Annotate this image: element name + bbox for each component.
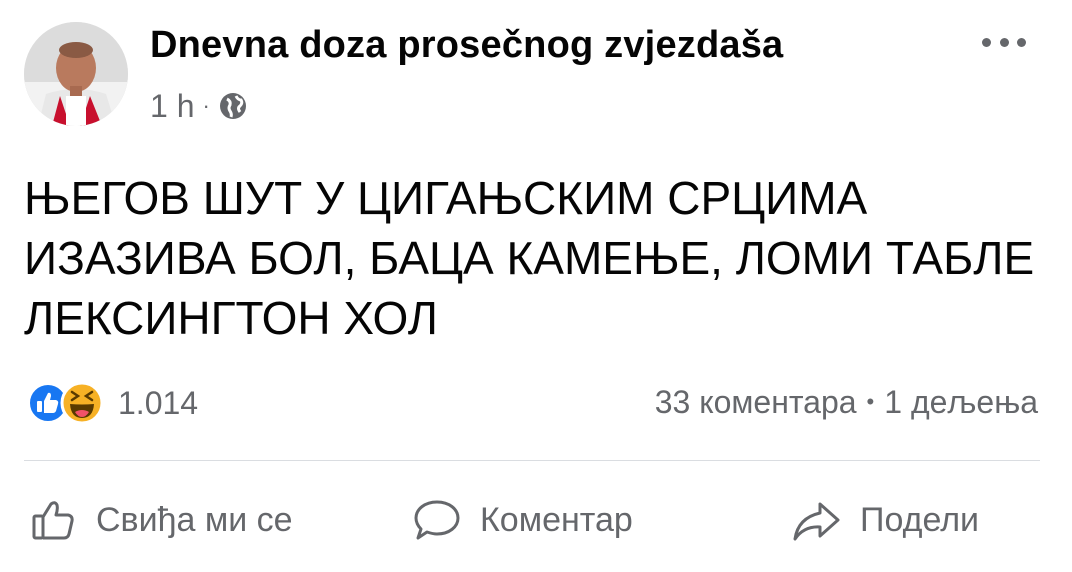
ellipsis-icon xyxy=(982,37,991,47)
post-text: ЊЕГОВ ШУТ У ЦИГАЊСКИМ СРЦИМА ИЗАЗИВА БОЛ… xyxy=(24,168,1044,348)
stats-separator: • xyxy=(866,389,875,414)
more-options-button[interactable] xyxy=(982,30,1026,54)
thumbs-up-icon xyxy=(32,501,74,540)
facebook-post: Dnevna doza prosečnog zvjezdaša 1 h · ЊЕ… xyxy=(0,0,1072,572)
reactions-summary[interactable]: 1.014 xyxy=(24,380,198,426)
post-text-line: ЊЕГОВ ШУТ У ЦИГАЊСКИМ СРЦИМА xyxy=(24,172,868,224)
post-text-line: ИЗАЗИВА БОЛ, БАЦА КАМЕЊЕ, ЛОМИ ТАБЛЕ xyxy=(24,232,1035,284)
engagement-stats: 33 коментара • 1 дељења xyxy=(655,384,1038,421)
post-meta: 1 h · xyxy=(150,86,248,126)
like-button[interactable]: Свиђа ми се xyxy=(30,490,293,550)
share-arrow-icon xyxy=(793,502,840,541)
comment-count-link[interactable]: 33 коментара xyxy=(655,384,857,420)
haha-reaction-icon xyxy=(60,381,104,425)
comment-button[interactable]: Коментар xyxy=(412,490,633,550)
ellipsis-icon xyxy=(999,37,1009,47)
meta-separator: · xyxy=(202,93,210,118)
divider xyxy=(24,460,1040,461)
comment-bubble-icon xyxy=(414,500,460,540)
share-count-link[interactable]: 1 дељења xyxy=(884,384,1038,420)
share-button-label: Подели xyxy=(860,500,980,539)
reaction-count: 1.014 xyxy=(118,384,199,421)
reaction-icons xyxy=(24,380,114,426)
share-button[interactable]: Подели xyxy=(790,490,979,550)
page-name[interactable]: Dnevna doza prosečnog zvjezdaša xyxy=(150,24,783,67)
avatar-image xyxy=(24,22,128,126)
globe-icon xyxy=(219,93,246,119)
ellipsis-icon xyxy=(1017,37,1026,47)
comment-button-label: Коментар xyxy=(480,500,633,539)
post-time[interactable]: 1 h xyxy=(150,88,194,125)
like-button-label: Свиђа ми се xyxy=(96,500,293,539)
post-text-line: ЛЕКСИНГТОН ХОЛ xyxy=(24,292,438,344)
avatar[interactable] xyxy=(24,22,128,126)
